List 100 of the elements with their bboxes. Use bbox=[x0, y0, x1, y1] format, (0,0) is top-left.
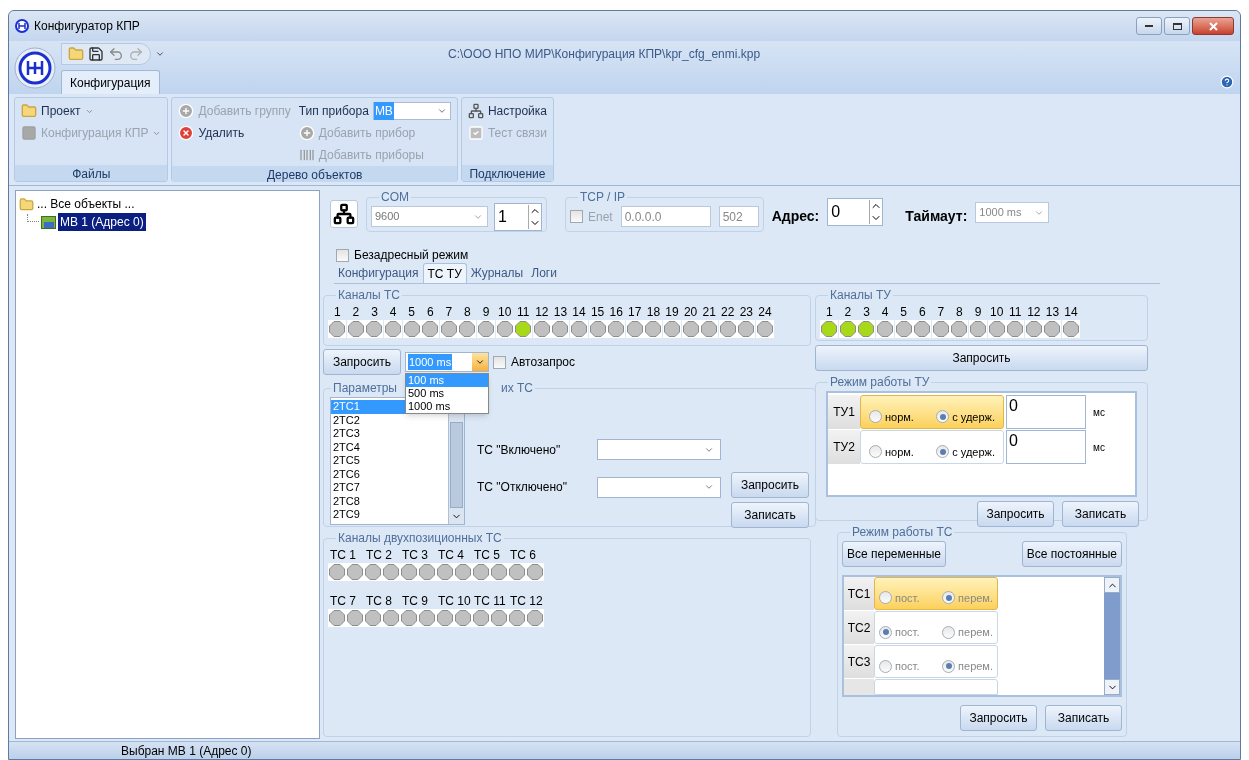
request-button[interactable]: Запросить bbox=[977, 501, 1054, 527]
list-item[interactable]: 2ТС5 bbox=[331, 454, 448, 468]
network-icon[interactable] bbox=[330, 200, 358, 228]
channel-number: 4 bbox=[389, 304, 397, 320]
field-label: Тип прибора bbox=[298, 103, 369, 120]
channel-label: ТС 9 bbox=[401, 593, 429, 609]
group-title: Каналы ТС bbox=[337, 287, 401, 304]
request-button[interactable]: Запросить bbox=[815, 345, 1148, 371]
channel-label: ТС 1 bbox=[329, 547, 357, 563]
all-variable-button[interactable]: Все переменные bbox=[842, 541, 946, 567]
radio-button[interactable]: норм. bbox=[869, 443, 914, 460]
request-button[interactable]: Запросить bbox=[731, 472, 809, 498]
channel-label: ТС 4 bbox=[437, 547, 465, 563]
checkbox[interactable]: Безадресный режим bbox=[336, 246, 469, 264]
close-icon bbox=[1208, 21, 1218, 31]
write-button[interactable]: Записать bbox=[731, 502, 809, 528]
channel-number: 7 bbox=[445, 304, 453, 320]
channel-number: 21 bbox=[702, 304, 716, 320]
file-path: C:\ООО НПО МИР\Конфигурация КПР\kpr_cfg_enmi.kpp bbox=[448, 46, 761, 63]
radio-button[interactable]: пост. bbox=[879, 657, 920, 675]
row-header bbox=[844, 679, 874, 695]
mode-selector[interactable]: норм. с удерж. bbox=[860, 430, 1004, 464]
request-button[interactable]: Запросить bbox=[960, 705, 1037, 731]
delay-input[interactable]: 0 bbox=[1006, 430, 1086, 464]
check-icon bbox=[467, 125, 484, 141]
tab[interactable]: Логи bbox=[527, 263, 561, 283]
channel-number: 11 bbox=[1009, 304, 1022, 320]
radio-button[interactable]: норм. bbox=[869, 408, 914, 425]
maximize-button[interactable] bbox=[1164, 17, 1190, 35]
folder-icon bbox=[21, 103, 37, 119]
channel-number: 8 bbox=[956, 304, 963, 320]
radio-button[interactable]: перем. bbox=[942, 623, 993, 641]
group-title: Каналы ТУ bbox=[829, 287, 892, 304]
customize-icon[interactable] bbox=[155, 49, 165, 59]
group-title: Режим работы ТС bbox=[851, 524, 954, 541]
row-header: ТУ1 bbox=[828, 395, 860, 429]
ribbon-button[interactable]: Проект bbox=[21, 100, 162, 122]
channel-number: 5 bbox=[900, 304, 907, 320]
list-item[interactable]: 2ТС9 bbox=[331, 508, 448, 522]
group-title: их ТС bbox=[500, 380, 533, 397]
tree-item[interactable]: МВ 1 (Адрес 0) bbox=[58, 213, 146, 231]
baud-rate-combo[interactable]: 9600 bbox=[371, 206, 488, 227]
write-button[interactable]: Записать bbox=[1062, 501, 1139, 527]
channel-label: ТС 8 bbox=[365, 593, 393, 609]
radio-button[interactable]: с удерж. bbox=[936, 408, 995, 425]
list-item[interactable]: 2ТС4 bbox=[331, 440, 448, 454]
channel-number: 23 bbox=[739, 304, 754, 320]
channel-label: ТС 5 bbox=[473, 547, 501, 563]
radio-button[interactable]: с удерж. bbox=[936, 443, 995, 460]
off-state-combo[interactable] bbox=[597, 476, 721, 498]
tab[interactable]: ТС ТУ bbox=[422, 263, 467, 283]
all-constant-button[interactable]: Все постоянные bbox=[1021, 541, 1122, 567]
checkbox[interactable]: Автозапрос bbox=[493, 353, 576, 371]
channel-label: ТС 6 bbox=[509, 547, 537, 563]
channel-number: 6 bbox=[918, 304, 926, 320]
mode-selector[interactable]: норм. с удерж. bbox=[860, 395, 1004, 429]
address-spinner[interactable]: 0 bbox=[827, 198, 884, 226]
mode-selector[interactable]: пост. перем. bbox=[874, 645, 998, 679]
group-title: Каналы двухпозиционных ТС bbox=[337, 530, 503, 547]
list-item[interactable]: 2ТС2 bbox=[331, 413, 448, 427]
save-icon[interactable] bbox=[88, 46, 104, 62]
radio-button[interactable]: перем. bbox=[942, 657, 993, 675]
help-icon[interactable] bbox=[1220, 75, 1234, 89]
list-item[interactable]: 2ТС8 bbox=[331, 494, 448, 508]
group-title: TCP / IP bbox=[579, 189, 627, 206]
ribbon-tab[interactable]: Конфигурация bbox=[61, 70, 160, 94]
write-button[interactable]: Записать bbox=[1045, 705, 1122, 731]
close-button[interactable] bbox=[1192, 17, 1234, 35]
on-state-combo[interactable] bbox=[597, 439, 721, 460]
channel-number: 12 bbox=[535, 304, 549, 320]
plus-icon bbox=[178, 103, 195, 119]
channel-number: 16 bbox=[609, 304, 623, 320]
tcp-port-field[interactable]: 502 bbox=[718, 206, 759, 227]
tree-item[interactable]: ... Все объекты ... bbox=[37, 195, 135, 213]
group-caption: Подключение bbox=[461, 165, 553, 181]
scrollbar[interactable] bbox=[1104, 577, 1120, 695]
ribbon-button[interactable]: Настройка bbox=[467, 100, 547, 122]
list-item[interactable]: 2ТС3 bbox=[331, 427, 448, 441]
mode-selector[interactable]: пост. перем. bbox=[874, 611, 998, 645]
tab[interactable]: Журналы bbox=[466, 263, 528, 283]
delay-input[interactable]: 0 bbox=[1006, 395, 1086, 429]
channel-number: 2 bbox=[844, 304, 852, 320]
channel-number: 7 bbox=[937, 304, 945, 320]
channel-number: 11 bbox=[517, 304, 530, 320]
timeout-combo[interactable]: 1000 ms bbox=[975, 202, 1050, 223]
channel-number: 13 bbox=[1045, 304, 1060, 320]
status-text: Выбран МВ 1 (Адрес 0) bbox=[121, 742, 252, 760]
ribbon-button[interactable]: Удалить bbox=[178, 122, 291, 144]
port-spinner[interactable]: 1 bbox=[494, 202, 542, 231]
list-item[interactable]: 2ТС6 bbox=[331, 467, 448, 481]
ip-address-field[interactable]: 0.0.0.0 bbox=[620, 206, 711, 227]
request-button[interactable]: Запросить bbox=[323, 349, 401, 375]
channel-number: 5 bbox=[408, 304, 415, 320]
radio-button[interactable]: пост. bbox=[879, 623, 920, 641]
dropdown-option[interactable]: 500 ms bbox=[406, 387, 488, 400]
list-item[interactable]: 2ТС7 bbox=[331, 481, 448, 495]
minimize-button[interactable] bbox=[1136, 17, 1162, 35]
app-menu-button[interactable] bbox=[14, 46, 56, 89]
tab[interactable]: Конфигурация bbox=[334, 263, 423, 283]
channel-number: 19 bbox=[665, 304, 679, 320]
